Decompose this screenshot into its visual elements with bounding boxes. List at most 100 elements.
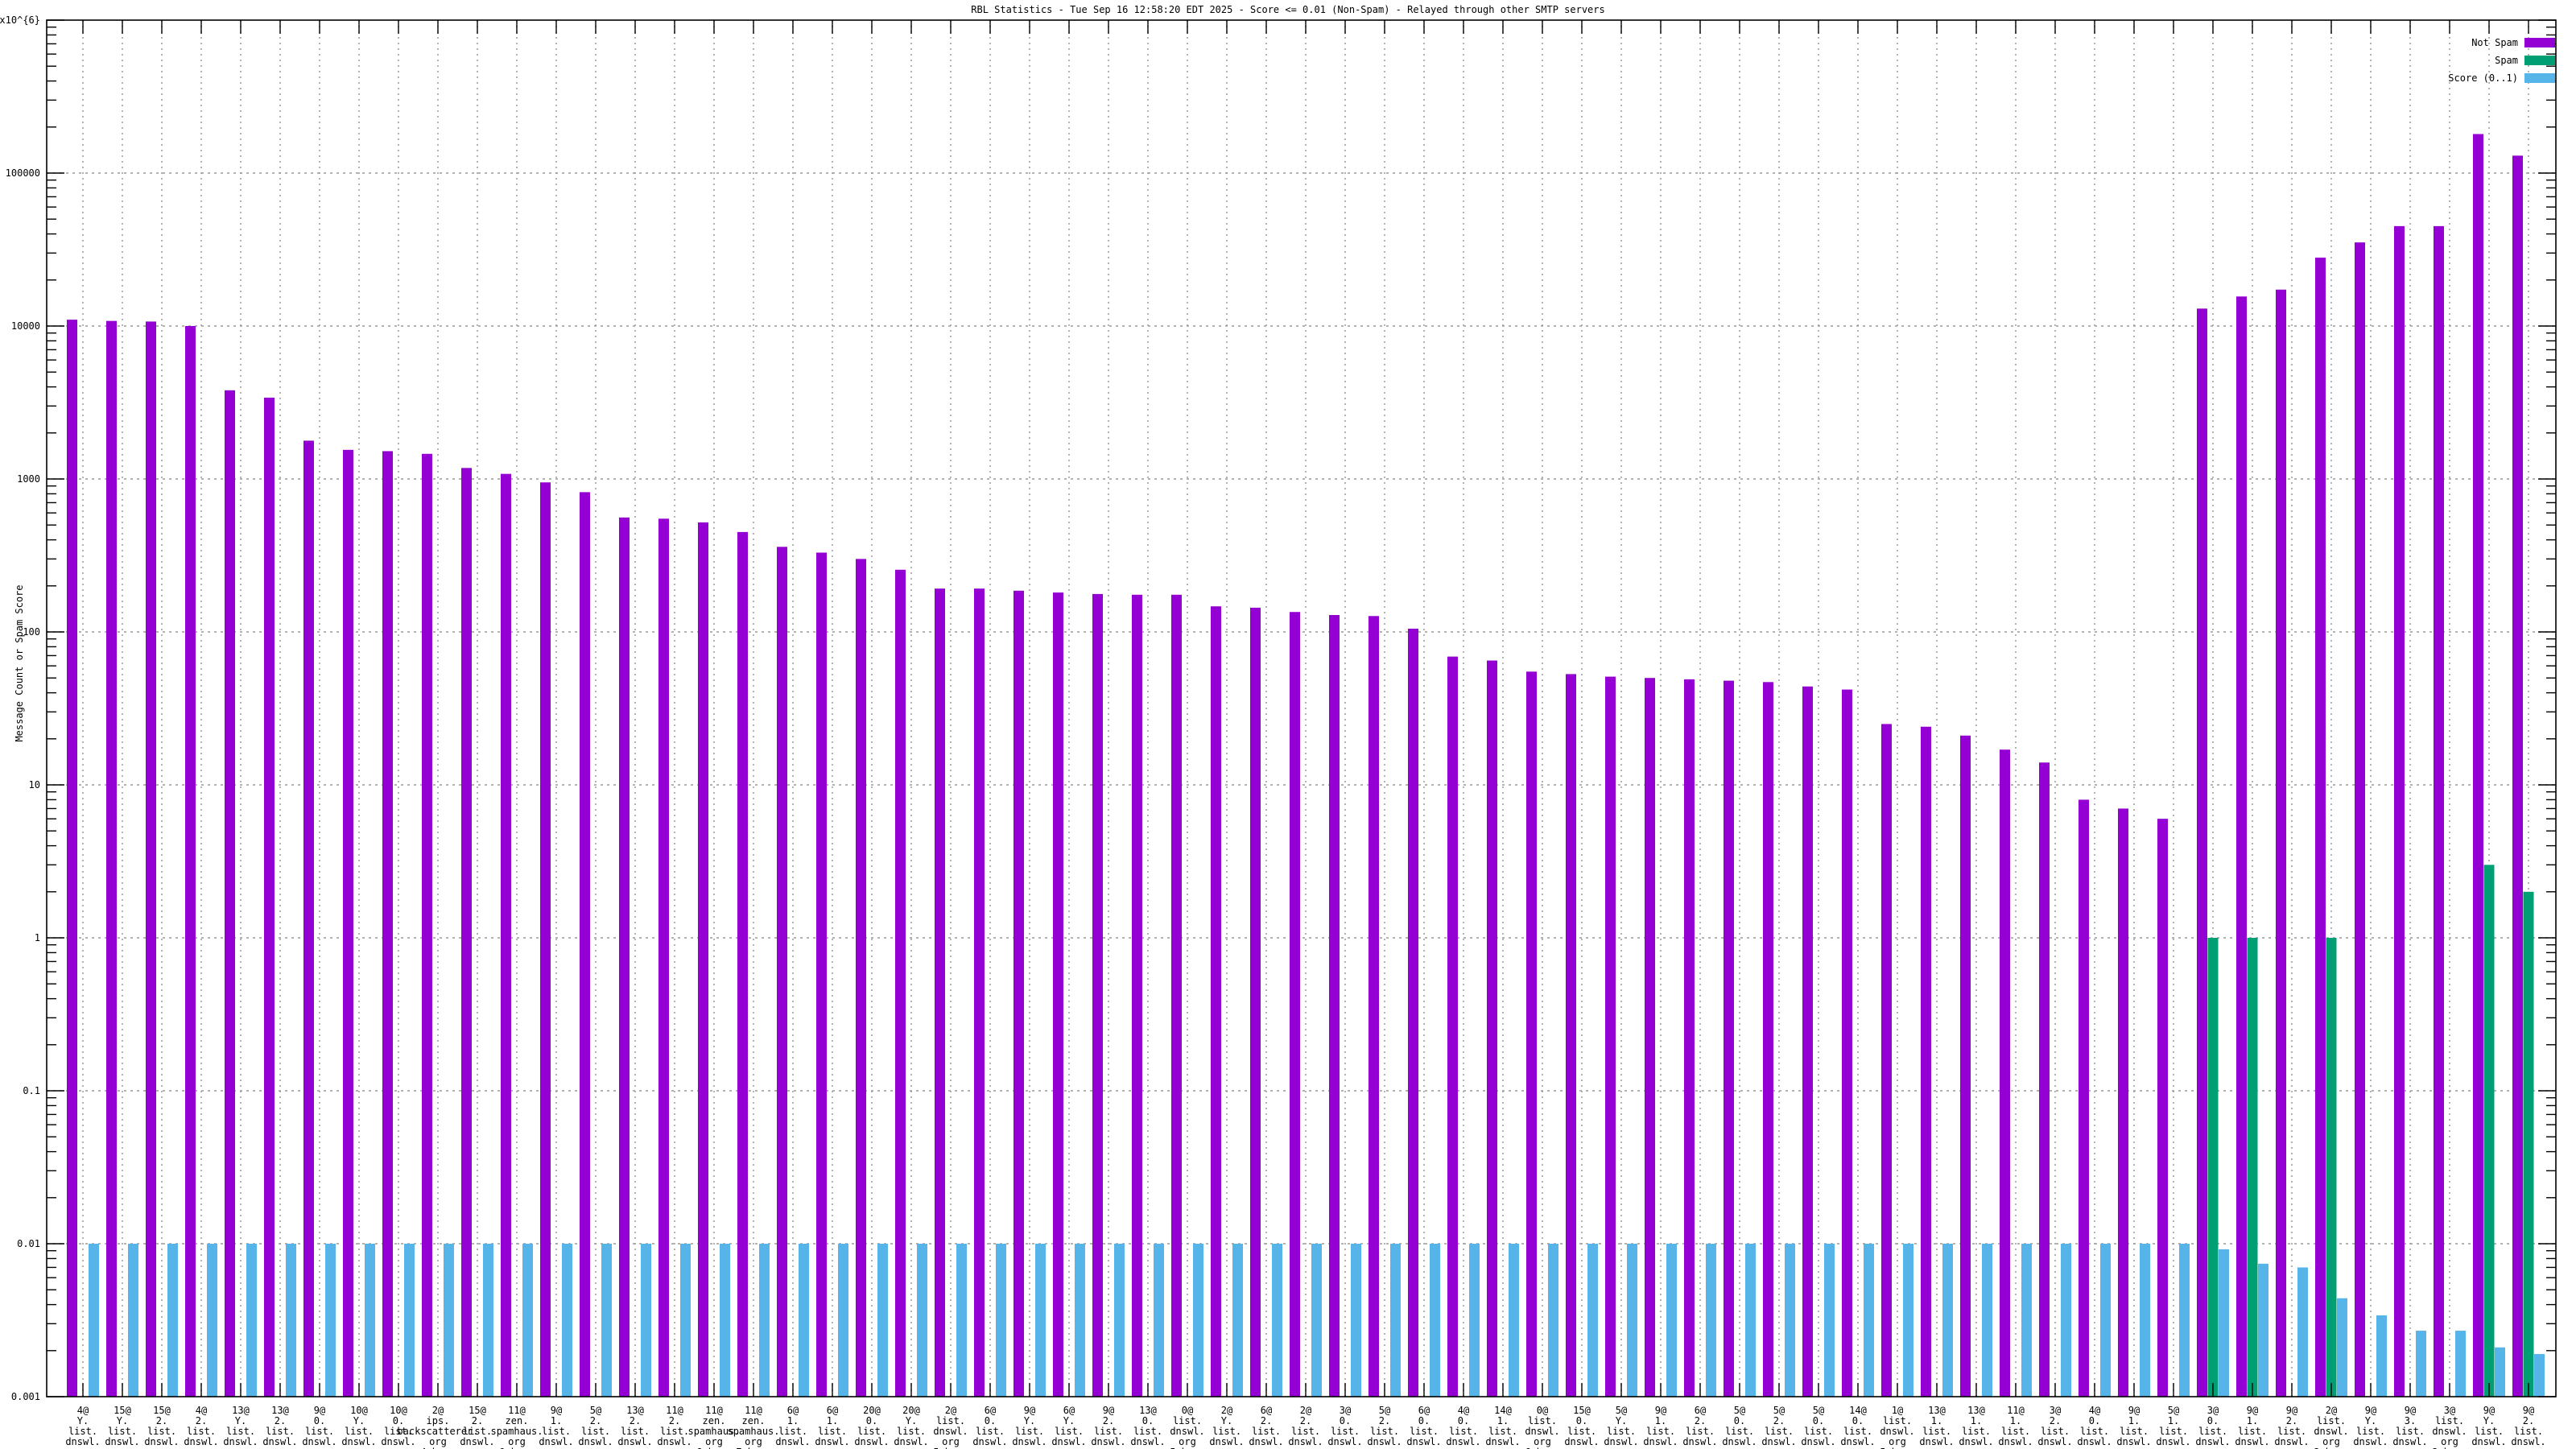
x-tick-label: 13@1.list.dnswl.org2 hops xyxy=(1959,1405,1993,1449)
x-tick-label: 5@2.list.dnswl.org4 hops xyxy=(1367,1405,1402,1449)
rbl-statistics-chart: RBL Statistics - Tue Sep 16 12:58:20 EDT… xyxy=(0,0,2576,1449)
bar-score-0-1- xyxy=(1469,1244,1480,1397)
x-tick-label: 6@0.list.dnswl.org2 hops xyxy=(972,1405,1007,1449)
bar-not-spam xyxy=(1645,678,1655,1397)
bar-score-0-1- xyxy=(1706,1244,1716,1397)
bar-not-spam xyxy=(146,321,156,1397)
x-tick-label: 13@1.list.dnswl.org1 hop xyxy=(1919,1405,1954,1449)
bar-not-spam xyxy=(1763,682,1773,1397)
x-tick-label: 4@0.list.dnswl.org1 hop xyxy=(2077,1405,2112,1449)
bar-not-spam xyxy=(2157,819,2168,1397)
bar-score-0-1- xyxy=(1548,1244,1558,1397)
bar-score-0-1- xyxy=(956,1244,967,1397)
x-tick-label: 13@0.list.dnswl.org2 hops xyxy=(1130,1405,1165,1449)
bar-score-0-1- xyxy=(246,1244,257,1397)
bar-not-spam xyxy=(2473,134,2483,1397)
x-tick-label: 9@0.list.dnswl.org2 hops xyxy=(302,1405,336,1449)
x-tick-label: 14@1.list.dnswl.org2 hops xyxy=(1485,1405,1520,1449)
bar-not-spam xyxy=(2000,749,2010,1397)
x-tick-label: 2@2.list.dnswl.org1 hop xyxy=(1288,1405,1323,1449)
bar-score-0-1- xyxy=(1154,1244,1164,1397)
x-tick-label: 6@1.list.dnswl.org1 hop xyxy=(815,1405,849,1449)
bar-not-spam xyxy=(777,547,787,1397)
bar-score-0-1- xyxy=(1035,1244,1046,1397)
bar-score-0-1- xyxy=(2297,1267,2308,1397)
bar-not-spam xyxy=(1092,594,1103,1397)
bar-score-0-1- xyxy=(641,1244,651,1397)
x-tick-label: 2@Y.list.dnswl.org1 hop xyxy=(1209,1405,1244,1449)
bar-not-spam xyxy=(303,440,314,1397)
bar-score-0-1- xyxy=(1627,1244,1637,1397)
bar-score-0-1- xyxy=(286,1244,296,1397)
y-tick-label: 0.01 xyxy=(17,1238,40,1249)
bar-not-spam xyxy=(1684,679,1695,1397)
x-tick-label: 6@2.list.dnswl.org4 hops xyxy=(1682,1405,1717,1449)
x-tick-label: 13@2.list.dnswl.org1 hop xyxy=(617,1405,652,1449)
bar-not-spam xyxy=(698,522,708,1397)
x-tick-label: 0@list.dnswl.org6 hops xyxy=(1525,1405,1559,1449)
bar-not-spam xyxy=(2197,308,2207,1397)
bar-score-0-1- xyxy=(2376,1315,2387,1397)
bar-score-0-1- xyxy=(720,1244,730,1397)
x-tick-label: 4@2.list.dnswl.org2 hops xyxy=(184,1405,218,1449)
x-tick-label: 9@2.list.dnswl.org2 hops xyxy=(2511,1405,2545,1449)
bar-score-0-1- xyxy=(207,1244,217,1397)
x-tick-label: 9@Y.list.dnswl.org2 hops xyxy=(2471,1405,2506,1449)
bar-spam xyxy=(2484,865,2495,1397)
bar-not-spam xyxy=(2039,762,2050,1397)
x-tick-label: 15@2.list.dnswl.org3 hops xyxy=(144,1405,179,1449)
x-tick-label: 11@zen.spamhaus.org9 hops xyxy=(490,1405,543,1449)
x-tick-label: 4@0.list.dnswl.org2 hops xyxy=(1446,1405,1480,1449)
bar-not-spam xyxy=(343,450,353,1397)
x-tick-label: 3@0.list.dnswl.org4 hops xyxy=(2195,1405,2230,1449)
bar-not-spam xyxy=(1408,629,1418,1397)
bar-score-0-1- xyxy=(1351,1244,1361,1397)
bar-score-0-1- xyxy=(128,1244,138,1397)
bar-score-0-1- xyxy=(2534,1354,2545,1397)
bar-not-spam xyxy=(1290,612,1300,1397)
bar-not-spam xyxy=(895,570,906,1397)
bar-not-spam xyxy=(816,552,827,1397)
x-tick-label: 15@Y.list.dnswl.org3 hops xyxy=(105,1405,139,1449)
bar-score-0-1- xyxy=(1311,1244,1322,1397)
bar-not-spam xyxy=(2276,290,2286,1397)
x-tick-label: 9@2.list.dnswl.org3 hops xyxy=(2274,1405,2309,1449)
bar-score-0-1- xyxy=(2337,1298,2347,1397)
bar-score-0-1- xyxy=(877,1244,888,1397)
bar-score-0-1- xyxy=(562,1244,572,1397)
bar-score-0-1- xyxy=(1942,1244,1953,1397)
x-tick-label: 9@Y.list.dnswl.org5 hops xyxy=(1012,1405,1046,1449)
bar-not-spam xyxy=(461,468,472,1397)
x-tick-label: 9@1.list.dnswl.org1 hop xyxy=(2235,1405,2269,1449)
x-tick-label: 6@0.list.dnswl.org1 hop xyxy=(1406,1405,1441,1449)
y-tick-label: 1x10^{6} xyxy=(0,14,40,26)
x-tick-label: 6@2.list.dnswl.org3 hops xyxy=(1249,1405,1283,1449)
legend-swatch-spam xyxy=(2524,56,2555,65)
bar-score-0-1- xyxy=(2140,1244,2150,1397)
bar-score-0-1- xyxy=(2495,1348,2505,1397)
bar-score-0-1- xyxy=(799,1244,809,1397)
x-tick-label: 9@Y.list.dnswl.org3 hops xyxy=(2353,1405,2388,1449)
bar-score-0-1- xyxy=(1824,1244,1835,1397)
y-tick-label: 10 xyxy=(29,779,40,791)
bar-not-spam xyxy=(1053,592,1063,1397)
bar-score-0-1- xyxy=(1232,1244,1243,1397)
bar-not-spam xyxy=(422,454,432,1397)
bar-not-spam xyxy=(737,532,748,1397)
x-tick-label: 5@2.list.dnswl.org3 hops xyxy=(1761,1405,1796,1449)
bar-not-spam xyxy=(2315,258,2326,1397)
bar-score-0-1- xyxy=(2179,1244,2190,1397)
x-tick-label: 5@0.list.dnswl.org6 hops xyxy=(1722,1405,1757,1449)
bar-not-spam xyxy=(2118,808,2128,1397)
bar-not-spam xyxy=(1447,657,1458,1397)
x-tick-label: 20@0.list.dnswl.org2 hops xyxy=(854,1405,889,1449)
bar-score-0-1- xyxy=(1075,1244,1085,1397)
bar-score-0-1- xyxy=(2416,1331,2426,1397)
bar-not-spam xyxy=(540,482,551,1397)
bar-not-spam xyxy=(2434,226,2444,1397)
y-tick-label: 100 xyxy=(23,626,40,638)
bar-spam xyxy=(2248,938,2258,1397)
bar-spam xyxy=(2524,892,2534,1397)
bar-not-spam xyxy=(106,321,117,1397)
legend-swatch-not-spam xyxy=(2524,38,2555,47)
